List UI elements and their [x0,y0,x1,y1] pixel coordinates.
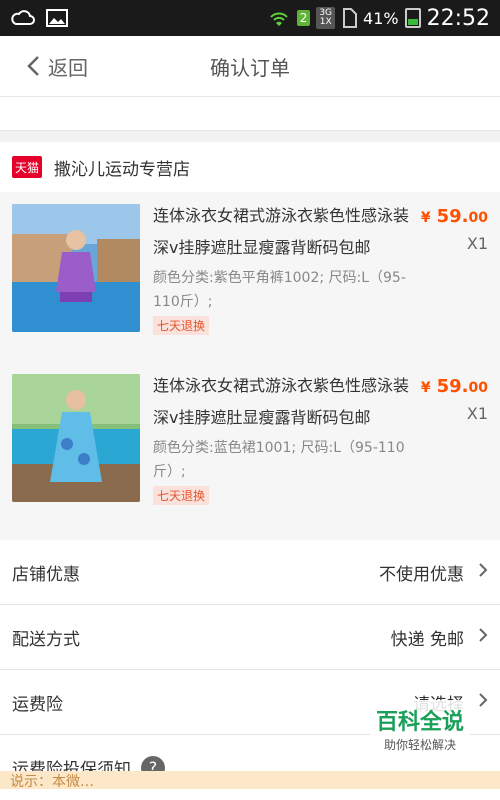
wifi-icon [269,12,288,26]
product-title: 连体泳衣女裙式游泳衣紫色性感泳装深v挂脖遮肚显瘦露背断码包邮 [153,376,410,427]
watermark-subtitle: 助你轻松解决 [383,738,456,752]
product-price: ¥59.00 [420,206,488,227]
battery-icon [404,8,421,28]
address-area[interactable] [0,97,500,131]
product-image [12,374,140,502]
store-name: 撒沁儿运动专营店 [54,159,190,180]
product-title: 连体泳衣女裙式游泳衣紫色性感泳装深v挂脖遮肚显瘦露背断码包邮 [153,206,410,257]
clock: 22:52 [426,5,490,31]
chevron-right-icon [478,562,488,583]
image-icon [46,9,68,27]
delivery-value: 快递 免邮 [390,629,464,650]
back-button[interactable]: 返回 [26,52,88,81]
sim-card-icon [343,8,358,28]
page-header: 返回 确认订单 [0,36,500,97]
back-label: 返回 [48,55,88,80]
order-item[interactable]: 连体泳衣女裙式游泳衣紫色性感泳装深v挂脖遮肚显瘦露背断码包邮 颜色分类:紫色平角… [0,200,500,370]
product-spec: 颜色分类:紫色平角裤1002; 尺码:L（95-110斤）; [153,270,406,310]
watermark: 百科全说 助你轻松解决 [369,700,470,757]
battery-percent: 41% [363,8,399,28]
product-spec: 颜色分类:蓝色裙1001; 尺码:L（95-110斤）; [153,440,405,480]
watermark-title: 百科全说 [375,710,464,735]
sim-badge: 2 [296,10,311,26]
return-policy-tag: 七天退换 [153,316,210,335]
network-indicator: 3G 1X [316,7,336,29]
status-bar: 2 3G 1X 41% 22:52 [0,0,500,36]
product-image [12,204,140,332]
notice-strip: 说示：本微… [0,771,500,789]
chevron-left-icon [27,56,39,76]
return-policy-tag: 七天退换 [153,486,210,505]
store-header[interactable]: 天猫 撒沁儿运动专营店 [0,142,500,192]
chevron-right-icon [478,627,488,648]
product-quantity: X1 [466,234,488,253]
delivery-row[interactable]: 配送方式 快递 免邮 [0,605,500,670]
product-quantity: X1 [466,404,488,423]
delivery-label: 配送方式 [12,629,80,650]
tmall-badge: 天猫 [12,156,42,178]
cloud-icon [11,10,35,25]
shipping-insurance-label: 运费险 [12,694,63,715]
chevron-right-icon [478,692,488,713]
order-item[interactable]: 连体泳衣女裙式游泳衣紫色性感泳装深v挂脖遮肚显瘦露背断码包邮 颜色分类:蓝色裙1… [0,370,500,540]
shop-discount-label: 店铺优惠 [12,564,80,585]
shop-discount-value: 不使用优惠 [379,564,464,585]
order-items: 连体泳衣女裙式游泳衣紫色性感泳装深v挂脖遮肚显瘦露背断码包邮 颜色分类:紫色平角… [0,192,500,540]
shop-discount-row[interactable]: 店铺优惠 不使用优惠 [0,540,500,605]
product-price: ¥59.00 [420,376,488,397]
